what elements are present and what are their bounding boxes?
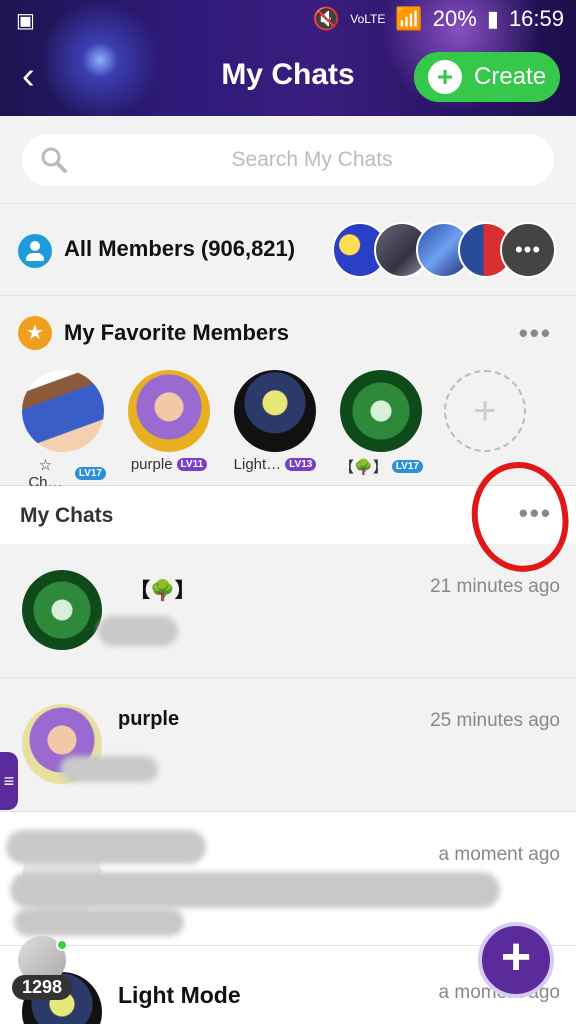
notification-count-badge: 1298: [12, 975, 73, 1000]
notification-icon: ▣: [16, 10, 35, 32]
online-indicator: [56, 939, 68, 951]
redaction-scribble: [98, 616, 178, 646]
favorite-member[interactable]: 【🌳】 LV17: [338, 370, 424, 491]
favorite-member[interactable]: ☆ Ch… LV17: [20, 370, 106, 491]
header-bar: ▣ 🔇 VoLTE 📶 20% ▮ 16:59 ‹ My Chats + Cre…: [0, 0, 576, 116]
volte-label: VoLTE: [350, 12, 386, 26]
level-badge: LV17: [74, 467, 106, 480]
chat-name: purple: [118, 708, 180, 730]
my-chats-title: My Chats: [20, 504, 114, 527]
favorite-member-name: Light…: [233, 456, 282, 473]
redaction-scribble: [60, 756, 158, 782]
favorite-member[interactable]: Light… LV13: [232, 370, 318, 491]
chat-name: 【🌳】: [130, 580, 195, 602]
vibrate-icon: 🔇: [312, 6, 341, 31]
battery-icon: ▮: [486, 6, 499, 31]
favorite-member[interactable]: purple LV11: [126, 370, 212, 491]
chat-name: Light Mode: [118, 982, 241, 1008]
search-bar[interactable]: [22, 134, 554, 186]
search-input[interactable]: [82, 134, 542, 186]
new-chat-fab-button[interactable]: +: [478, 922, 554, 998]
chat-time: 25 minutes ago: [430, 710, 560, 731]
chat-time: 21 minutes ago: [430, 576, 560, 597]
person-icon: [18, 234, 52, 268]
level-badge: LV17: [391, 460, 423, 473]
wifi-icon: 📶: [395, 6, 423, 31]
favorites-label: My Favorite Members: [64, 320, 289, 345]
member-avatar-stack[interactable]: •••: [332, 222, 556, 278]
favorites-section: ★ My Favorite Members ••• ☆ Ch… LV17 purp…: [0, 296, 576, 491]
all-members-row[interactable]: All Members (906,821) •••: [0, 204, 576, 296]
create-label: Create: [474, 63, 547, 90]
all-members-label: All Members (906,821): [64, 236, 296, 261]
redaction-scribble: [6, 830, 206, 864]
favorite-member-name: 【🌳】: [339, 459, 388, 476]
avatar: [22, 370, 104, 452]
search-icon: [41, 147, 67, 173]
level-badge: LV13: [285, 458, 317, 471]
avatar: [128, 370, 210, 452]
new-chat-icon: +: [428, 60, 462, 94]
avatar: [22, 570, 102, 650]
chat-item[interactable]: a moment ago: [0, 812, 576, 946]
plus-icon: +: [444, 370, 526, 452]
redaction-scribble: [14, 908, 184, 936]
chat-time: a moment ago: [438, 844, 560, 865]
level-badge: LV11: [176, 458, 208, 471]
chat-item[interactable]: 【🌳】 21 minutes ago: [0, 544, 576, 678]
star-icon: ★: [18, 316, 52, 350]
create-button[interactable]: + Create: [414, 52, 560, 102]
redaction-scribble: [10, 872, 500, 908]
favorite-member-name: purple: [130, 456, 173, 473]
avatar: [234, 370, 316, 452]
status-bar: ▣ 🔇 VoLTE 📶 20% ▮ 16:59: [0, 6, 576, 34]
more-members-icon[interactable]: •••: [500, 222, 556, 278]
chat-item[interactable]: purple 25 minutes ago: [0, 678, 576, 812]
search-section: [0, 116, 576, 204]
avatar: [340, 370, 422, 452]
favorites-more-icon[interactable]: •••: [519, 318, 552, 349]
side-menu-tab[interactable]: ≡: [0, 752, 18, 810]
clock: 16:59: [508, 6, 564, 31]
battery-percent: 20%: [432, 6, 477, 31]
